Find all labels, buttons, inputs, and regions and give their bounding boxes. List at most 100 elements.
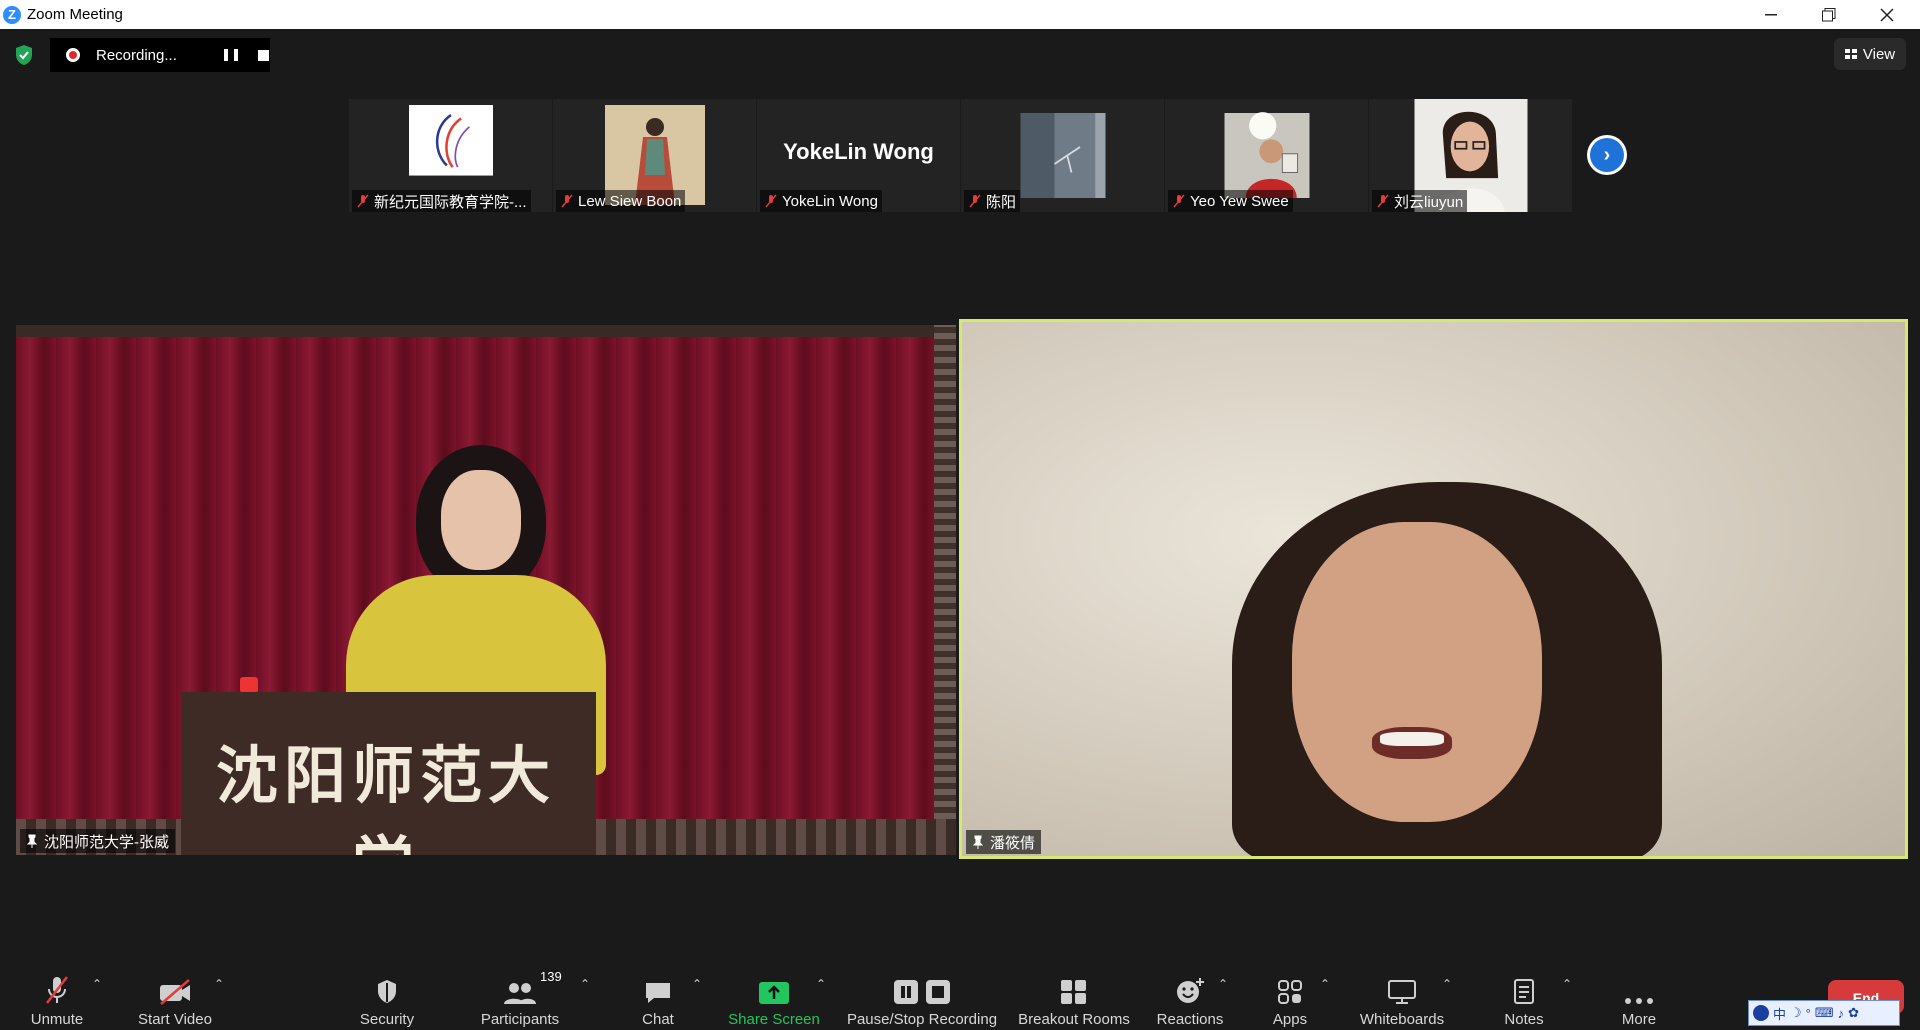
minimize-icon: [1765, 13, 1777, 15]
restore-button[interactable]: [1800, 0, 1858, 29]
speaker-teeth: [1380, 732, 1444, 746]
participant-thumbnail[interactable]: 陈阳: [961, 99, 1164, 212]
ime-microphone-icon[interactable]: ♪: [1838, 1006, 1845, 1021]
share-screen-icon: [759, 982, 789, 1004]
participants-icon: [504, 983, 536, 1004]
participant-display-name: YokeLin Wong: [783, 139, 934, 164]
more-dots-icon: [1625, 998, 1653, 1004]
close-button[interactable]: [1858, 0, 1916, 29]
ime-toolbar[interactable]: 中 ☽ ° ⌨ ♪ ✿: [1748, 1000, 1900, 1026]
ime-settings-icon[interactable]: ✿: [1848, 1005, 1859, 1021]
participants-count: 139: [540, 969, 562, 984]
view-label: View: [1862, 45, 1896, 63]
participant-thumbnail-strip: 新纪元国际教育学院-... Lew Siew Boon YokeLin Wong…: [349, 99, 1573, 212]
muted-mic-icon: [357, 194, 369, 208]
institute-logo-image: [408, 105, 493, 176]
reactions-smiley-icon: [1177, 978, 1204, 1003]
participant-name-label: 沈阳师范大学-张威: [20, 829, 175, 853]
breakout-rooms-button[interactable]: Breakout Rooms: [1016, 955, 1132, 1030]
participants-button[interactable]: Participants: [476, 955, 564, 1030]
video-options-chevron-icon[interactable]: ⌃: [214, 977, 224, 991]
video-tile-left[interactable]: 沈阳师范大学 沈阳师范大学-张威: [16, 325, 956, 855]
muted-mic-icon: [765, 194, 777, 208]
participant-name: 刘云liuyun: [1372, 190, 1468, 212]
reactions-options-chevron-icon[interactable]: ⌃: [1218, 977, 1228, 991]
whiteboard-icon: [1388, 980, 1416, 1004]
video-tile-active-speaker[interactable]: 潘筱倩: [959, 319, 1908, 859]
chevron-right-icon: ›: [1590, 138, 1624, 172]
speaker-face: [1292, 522, 1542, 822]
notes-options-chevron-icon[interactable]: ⌃: [1562, 977, 1572, 991]
next-page-button[interactable]: ›: [1587, 135, 1627, 175]
speaker-face: [441, 470, 521, 570]
apps-icon: [1278, 980, 1302, 1004]
pause-recording-icon[interactable]: [224, 49, 238, 61]
notes-button[interactable]: Notes: [1494, 955, 1554, 1030]
muted-microphone-icon: [46, 976, 68, 1004]
close-icon: [1880, 7, 1894, 22]
podium-flag: [240, 677, 258, 693]
share-screen-button[interactable]: Share Screen: [726, 955, 822, 1030]
participant-name: YokeLin Wong: [760, 190, 882, 212]
unmute-button[interactable]: Unmute: [22, 955, 92, 1030]
participant-thumbnail[interactable]: Lew Siew Boon: [553, 99, 756, 212]
minimize-button[interactable]: [1742, 0, 1800, 29]
participant-name: Yeo Yew Swee: [1168, 190, 1293, 212]
participant-name: Lew Siew Boon: [556, 190, 686, 212]
audio-options-chevron-icon[interactable]: ⌃: [92, 977, 102, 991]
recording-indicator: Recording...: [50, 38, 270, 72]
reactions-button[interactable]: Reactions: [1150, 955, 1230, 1030]
apps-options-chevron-icon[interactable]: ⌃: [1320, 977, 1330, 991]
whiteboards-button[interactable]: Whiteboards: [1350, 955, 1454, 1030]
participant-name: 陈阳: [964, 190, 1021, 212]
apps-button[interactable]: Apps: [1264, 955, 1316, 1030]
muted-mic-icon: [1377, 194, 1389, 208]
more-button[interactable]: More: [1610, 955, 1668, 1030]
ime-moon-icon[interactable]: ☽: [1790, 1005, 1802, 1021]
start-video-button[interactable]: Start Video: [130, 955, 220, 1030]
recording-dot-icon: [66, 48, 80, 62]
pin-icon: [27, 834, 37, 848]
breakout-rooms-icon: [1061, 980, 1086, 1004]
frame-right: [934, 325, 956, 855]
participant-thumbnail[interactable]: Yeo Yew Swee: [1165, 99, 1368, 212]
whiteboards-options-chevron-icon[interactable]: ⌃: [1442, 977, 1452, 991]
pause-stop-recording-button[interactable]: Pause/Stop Recording: [844, 955, 1000, 1030]
zoom-logo-icon: Z: [3, 5, 21, 24]
chat-button[interactable]: Chat: [628, 955, 688, 1030]
meeting-toolbar: Unmute ⌃ Start Video ⌃ Security Particip…: [0, 955, 1920, 1030]
ime-language-indicator[interactable]: 中: [1773, 1004, 1786, 1023]
window-title: Zoom Meeting: [27, 6, 123, 23]
chat-bubble-icon: [646, 983, 670, 1003]
participant-thumbnail[interactable]: 刘云liuyun: [1369, 99, 1572, 212]
view-button[interactable]: View: [1834, 38, 1906, 70]
participants-options-chevron-icon[interactable]: ⌃: [580, 977, 590, 991]
podium-sign: 沈阳师范大学: [215, 739, 556, 855]
title-bar: Z Zoom Meeting: [0, 0, 1920, 29]
participant-thumbnail[interactable]: YokeLin Wong YokeLin Wong: [757, 99, 960, 212]
stop-recording-icon[interactable]: [258, 49, 269, 61]
participant-thumbnail[interactable]: 新纪元国际教育学院-...: [349, 99, 552, 212]
muted-mic-icon: [561, 194, 573, 208]
security-shield-icon: [378, 980, 396, 1003]
notes-icon: [1514, 979, 1534, 1004]
chat-options-chevron-icon[interactable]: ⌃: [692, 977, 702, 991]
ime-punctuation-icon[interactable]: °: [1806, 1006, 1811, 1021]
participant-name: 新纪元国际教育学院-...: [352, 190, 531, 212]
participant-name-label: 潘筱倩: [966, 830, 1042, 854]
recording-status: Recording...: [96, 46, 177, 64]
muted-mic-icon: [1173, 194, 1185, 208]
encryption-shield-icon[interactable]: [14, 44, 34, 66]
ceiling-video-image: [1020, 113, 1105, 198]
ime-logo-icon: [1753, 1005, 1769, 1021]
ime-keyboard-icon[interactable]: ⌨: [1815, 1005, 1834, 1021]
restore-icon: [1822, 7, 1836, 21]
muted-mic-icon: [969, 194, 981, 208]
pin-icon: [973, 835, 983, 849]
video-off-icon: [160, 979, 190, 1005]
grid-view-icon: [1844, 49, 1857, 59]
security-button[interactable]: Security: [350, 955, 424, 1030]
share-options-chevron-icon[interactable]: ⌃: [816, 977, 826, 991]
frame-top: [16, 325, 956, 337]
pause-stop-recording-icon: [894, 980, 950, 1004]
